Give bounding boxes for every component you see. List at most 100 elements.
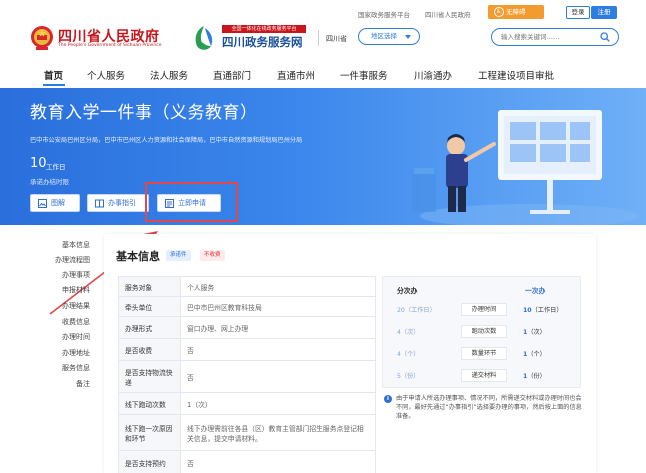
comparison-once-unit: （份） <box>527 373 546 380</box>
nav-corporate-services[interactable]: 法人服务 <box>150 68 188 82</box>
accessibility-icon: ♿ <box>494 7 504 17</box>
side-item-service-info[interactable]: 服务信息 <box>62 363 90 373</box>
promised-days-unit: 工作日 <box>46 163 66 171</box>
comparison-once-unit: （个） <box>527 351 546 358</box>
search-box <box>491 28 619 46</box>
link-sichuan-gov[interactable]: 四川省人民政府 <box>425 9 471 19</box>
promised-days-value: 10 <box>30 156 47 171</box>
login-button[interactable]: 登录 <box>566 6 590 19</box>
nav-personal-services[interactable]: 个人服务 <box>87 68 125 82</box>
nav-one-thing-service[interactable]: 一件事服务 <box>340 68 388 82</box>
table-row: 服务对象 个人服务 <box>118 276 376 297</box>
row-value: 1（次） <box>180 392 376 415</box>
top-utility-bar: 国家政务服务平台 四川省人民政府 ♿ 无障碍 登录 注册 <box>0 0 646 22</box>
side-item-remarks[interactable]: 备注 <box>76 379 90 389</box>
site-header: 四川省人民政府 The People's Government of Sichu… <box>0 22 646 58</box>
row-key: 线下跑动次数 <box>118 392 181 415</box>
comparison-row: 4（次） 跑动次数 1（次） <box>383 325 582 339</box>
table-row: 是否支持预约 否 <box>118 450 376 473</box>
table-row: 线下跑一次原因和环节 线下办理需前往各县（区）教育主管部门招生服务点登记相关信息… <box>118 414 376 451</box>
comparison-once-number: 10 <box>523 307 532 314</box>
row-value: 否 <box>180 450 376 473</box>
nav-departments[interactable]: 直通部门 <box>213 68 251 82</box>
comparison-separate-value: 5（份） <box>397 373 420 380</box>
comparison-header-once: 一次办 <box>525 287 546 295</box>
region-select-button[interactable]: 地区选择 <box>358 28 420 45</box>
row-key: 是否支持预约 <box>118 450 181 473</box>
side-item-fees[interactable]: 收费信息 <box>62 317 90 327</box>
nav-active-underline <box>43 84 65 86</box>
comparison-note: i 由于申请人所选办理事项、情况不同，所需递交材料或办理时间也会不同，最好先通过… <box>384 394 584 421</box>
row-value: 线下办理需前往各县（区）教育主管部门招生服务点登记相关信息，提交申请材料。 <box>180 414 376 451</box>
accessibility-button[interactable]: ♿ 无障碍 <box>488 5 544 19</box>
row-value: 巴中市巴州区教育科技局 <box>180 296 376 317</box>
comparison-once-value: 1（个） <box>523 349 546 358</box>
table-row: 办理形式 窗口办理、网上办理 <box>118 316 376 339</box>
current-province: 四川省 <box>326 35 347 43</box>
comparison-row: 5（份） 递交材料 1（份） <box>383 369 582 383</box>
register-button[interactable]: 注册 <box>591 6 617 19</box>
image-icon <box>38 199 47 208</box>
row-value: 否 <box>180 338 376 361</box>
main-nav: 首页 个人服务 法人服务 直通部门 直通市州 一件事服务 川渝通办 工程建设项目… <box>0 64 646 88</box>
comparison-label: 递交材料 <box>461 369 507 382</box>
basic-info-title: 基本信息 <box>116 250 160 263</box>
gov-site-name-en: The People's Government of Sichuan Provi… <box>58 43 162 48</box>
nav-sichuan-chongqing[interactable]: 川渝通办 <box>414 68 452 82</box>
side-item-address[interactable]: 办理地址 <box>62 348 90 358</box>
table-row: 牵头单位 巴中市巴州区教育科技局 <box>118 296 376 317</box>
book-icon <box>95 199 104 208</box>
nav-cities[interactable]: 直通市州 <box>277 68 315 82</box>
side-item-flowchart[interactable]: 办理流程图 <box>55 255 90 265</box>
comparison-label: 办理时间 <box>461 303 507 316</box>
row-key: 是否支持物流快递 <box>118 360 181 393</box>
search-input[interactable] <box>501 29 601 45</box>
comparison-note-text: 由于申请人所选办理事项、情况不同，所需递交材料或办理时间也会不同，最好先通过“办… <box>396 395 582 420</box>
comparison-row: 4（个） 数量环节 1（个） <box>383 347 582 361</box>
side-item-result[interactable]: 办理结果 <box>62 301 90 311</box>
comparison-once-value: 1（份） <box>523 371 546 380</box>
apply-button-highlight-box <box>145 182 238 222</box>
header-divider <box>318 30 319 46</box>
row-value: 窗口办理、网上办理 <box>180 316 376 339</box>
platform-logo-icon <box>195 26 213 50</box>
side-item-materials[interactable]: 申报材料 <box>62 285 90 295</box>
row-key: 办理形式 <box>118 316 181 339</box>
info-icon: i <box>384 395 392 403</box>
nav-home[interactable]: 首页 <box>44 68 63 82</box>
row-key: 是否收费 <box>118 338 181 361</box>
search-icon[interactable] <box>600 32 610 42</box>
banner-illustration <box>412 110 640 225</box>
nav-construction-approval[interactable]: 工程建设项目审批 <box>478 68 554 82</box>
side-item-matters[interactable]: 办理事项 <box>62 270 90 280</box>
service-title: 教育入学一件事（义务教育） <box>30 103 258 123</box>
comparison-label: 数量环节 <box>461 347 507 360</box>
side-item-basic-info[interactable]: 基本信息 <box>62 240 90 250</box>
row-key: 线下跑一次原因和环节 <box>118 414 181 451</box>
basic-info-table: 服务对象 个人服务 牵头单位 巴中市巴州区教育科技局 办理形式 窗口办理、网上办… <box>118 276 376 473</box>
link-national-platform[interactable]: 国家政务服务平台 <box>358 9 410 19</box>
row-key: 牵头单位 <box>118 296 181 317</box>
comparison-separate-value: 4（次） <box>397 329 420 336</box>
guide-button-label: 办事指引 <box>108 199 136 207</box>
row-value: 个人服务 <box>180 276 376 297</box>
service-departments: 巴中市公安局巴州区分局，巴中市巴州区人力资源和社会保障局，巴中市自然资源和规划局… <box>30 137 303 144</box>
comparison-row: 20（工作日） 办理时间 10（工作日） <box>383 303 582 317</box>
service-banner: 教育入学一件事（义务教育） 巴中市公安局巴州区分局，巴中市巴州区人力资源和社会保… <box>0 88 646 225</box>
comparison-header-separate: 分次办 <box>397 287 418 295</box>
platform-name[interactable]: 四川政务服务网 <box>222 34 303 50</box>
national-emblem-icon <box>31 26 53 50</box>
table-row: 是否收费 否 <box>118 338 376 361</box>
row-key: 服务对象 <box>118 276 181 297</box>
guide-button[interactable]: 办事指引 <box>87 194 149 212</box>
platform-badge: 全国一体化在线政务服务平台 <box>222 25 306 33</box>
table-row: 是否支持物流快递 否 <box>118 360 376 393</box>
row-value: 否 <box>180 360 376 393</box>
table-row: 线下跑动次数 1（次） <box>118 392 376 415</box>
basic-info-card: 基本信息 承诺件 不收费 服务对象 个人服务 牵头单位 巴中市巴州区教育科技局 … <box>104 234 596 473</box>
comparison-separate-value: 20（工作日） <box>397 307 436 314</box>
comparison-label: 跑动次数 <box>461 325 507 338</box>
comparison-once-unit: （工作日） <box>531 307 563 314</box>
side-item-time[interactable]: 办理时间 <box>62 332 90 342</box>
diagram-button[interactable]: 图解 <box>30 194 80 212</box>
